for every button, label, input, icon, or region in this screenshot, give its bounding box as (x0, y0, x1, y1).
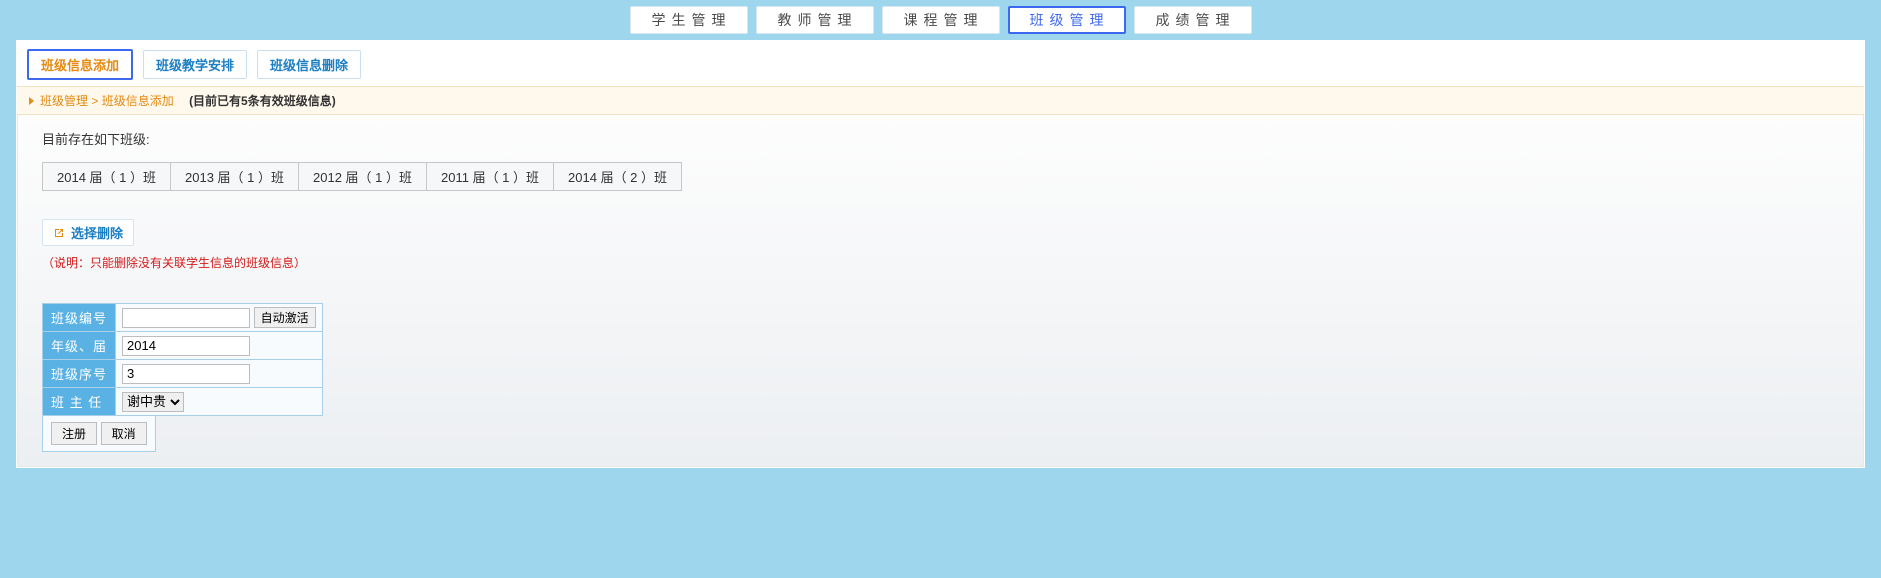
label-class-id: 班级编号 (43, 304, 116, 332)
nav-item-student[interactable]: 学生管理 (630, 6, 748, 34)
select-head-teacher[interactable]: 谢中贵 (122, 392, 184, 412)
label-head-teacher: 班 主 任 (43, 388, 116, 416)
breadcrumb-links: 班级管理 > 班级信息添加 (40, 92, 174, 109)
input-grade[interactable] (122, 336, 250, 356)
class-chip[interactable]: 2011 届（ 1 ）班 (426, 162, 554, 191)
breadcrumb-count: (目前已有5条有效班级信息) (189, 92, 336, 109)
nav-item-class[interactable]: 班级管理 (1008, 6, 1126, 34)
label-class-seq: 班级序号 (43, 360, 116, 388)
delete-note: （说明：只能删除没有关联学生信息的班级信息） (42, 254, 1839, 271)
class-chip[interactable]: 2012 届（ 1 ）班 (298, 162, 427, 191)
add-class-form: 班级编号 自动激活 年级、届 班级序号 班 主 任 (42, 271, 323, 452)
sub-tabs: 班级信息添加 班级教学安排 班级信息删除 (17, 41, 1864, 86)
existing-classes-caption: 目前存在如下班级: (42, 129, 1839, 148)
breadcrumb-part1[interactable]: 班级管理 (40, 94, 88, 108)
class-list: 2014 届（ 1 ）班 2013 届（ 1 ）班 2012 届（ 1 ）班 2… (42, 162, 1839, 191)
nav-item-course[interactable]: 课程管理 (882, 6, 1000, 34)
content-area: 目前存在如下班级: 2014 届（ 1 ）班 2013 届（ 1 ）班 2012… (17, 115, 1864, 467)
top-nav: 学生管理 教师管理 课程管理 班级管理 成绩管理 (0, 0, 1881, 40)
breadcrumb: 班级管理 > 班级信息添加 (目前已有5条有效班级信息) (17, 86, 1864, 115)
input-class-id[interactable] (122, 308, 250, 328)
subtab-schedule[interactable]: 班级教学安排 (143, 50, 247, 79)
subtab-delete-class[interactable]: 班级信息删除 (257, 50, 361, 79)
main-panel: 班级信息添加 班级教学安排 班级信息删除 班级管理 > 班级信息添加 (目前已有… (16, 40, 1865, 468)
input-class-seq[interactable] (122, 364, 250, 384)
class-chip[interactable]: 2013 届（ 1 ）班 (170, 162, 299, 191)
auto-activate-button[interactable]: 自动激活 (254, 307, 316, 328)
nav-item-grade[interactable]: 成绩管理 (1134, 6, 1252, 34)
subtab-add-class[interactable]: 班级信息添加 (27, 49, 133, 80)
external-link-icon (53, 227, 65, 239)
breadcrumb-sep: > (88, 94, 102, 108)
class-chip[interactable]: 2014 届（ 1 ）班 (42, 162, 171, 191)
nav-item-teacher[interactable]: 教师管理 (756, 6, 874, 34)
submit-button[interactable]: 注册 (51, 422, 97, 445)
class-chip[interactable]: 2014 届（ 2 ）班 (553, 162, 682, 191)
caret-right-icon (29, 97, 34, 105)
select-delete-button[interactable]: 选择删除 (42, 219, 134, 246)
cancel-button[interactable]: 取消 (101, 422, 147, 445)
select-delete-label: 选择删除 (71, 223, 123, 242)
breadcrumb-part2[interactable]: 班级信息添加 (102, 94, 174, 108)
label-grade: 年级、届 (43, 332, 116, 360)
